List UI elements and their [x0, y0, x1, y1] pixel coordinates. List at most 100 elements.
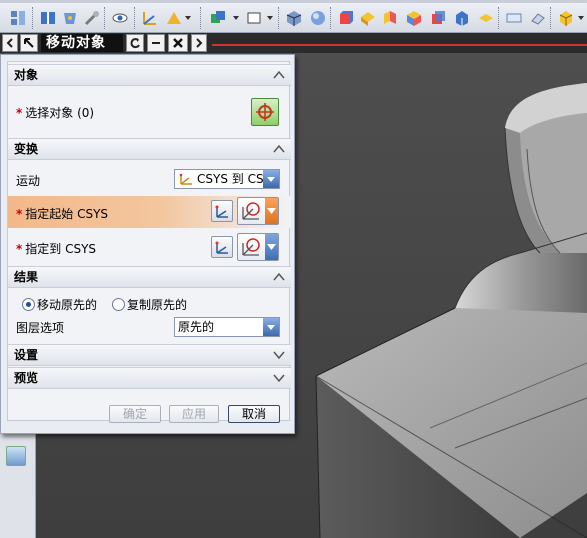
specify-to-csys-label: * 指定到 CSYS: [16, 242, 97, 256]
resource-bar-icon[interactable]: [6, 446, 26, 466]
layer-option-value: 原先的: [178, 320, 215, 334]
shaded-edges-icon[interactable]: [284, 8, 304, 28]
view-top-icon[interactable]: [358, 8, 378, 28]
crosshair-icon: [256, 103, 274, 121]
chevron-down-icon: [265, 234, 278, 260]
chevron-right-icon[interactable]: [191, 34, 207, 52]
specify-start-csys-label: * 指定起始 CSYS: [16, 207, 109, 221]
section-settings-title: 设置: [14, 348, 39, 362]
view-front-icon[interactable]: [336, 8, 356, 28]
rectangle-icon[interactable]: [244, 8, 264, 28]
csys-dropdown-icon: [242, 202, 260, 220]
chevron-down-icon: [265, 198, 278, 224]
snap-icon[interactable]: [164, 8, 184, 28]
active-indicator-line: [212, 44, 587, 46]
minimize-icon[interactable]: [147, 34, 165, 52]
close-icon[interactable]: [168, 34, 188, 52]
dialog-titlebar: 移动对象: [0, 33, 587, 53]
section-object-header[interactable]: 对象: [8, 64, 291, 86]
section-transform-title: 变换: [14, 142, 39, 156]
layer-option-label: 图层选项: [16, 321, 65, 335]
select-object-label: * 选择对象 (0): [16, 106, 95, 120]
view-trimetric-icon[interactable]: [404, 8, 424, 28]
view-bottom-icon[interactable]: [476, 8, 496, 28]
main-toolbar: [0, 0, 587, 33]
chevron-down-icon[interactable]: [263, 170, 279, 188]
move-original-option[interactable]: 移动原先的: [22, 296, 97, 313]
ok-button[interactable]: 确定: [109, 405, 161, 423]
section-settings-header[interactable]: 设置: [8, 344, 291, 366]
section-transform-header[interactable]: 变换: [8, 138, 291, 160]
toolbar-separator: [134, 7, 136, 29]
toolbar-top-strip: [0, 0, 587, 3]
pin-icon[interactable]: [20, 34, 38, 52]
wcs-icon[interactable]: [140, 8, 160, 28]
application-window: 移动对象 对象 * 选择对象 (0) 变换 运动 CSYS 到 CSYS * 指…: [0, 0, 587, 538]
chevron-down-icon[interactable]: [230, 8, 242, 28]
csys-type-dropdown[interactable]: [237, 233, 279, 261]
component-icon[interactable]: [208, 8, 228, 28]
radio-selected[interactable]: [22, 298, 35, 311]
result-options-row: 移动原先的 复制原先的: [8, 292, 291, 314]
view-iso-icon[interactable]: [380, 8, 400, 28]
section-result-title: 结果: [14, 270, 39, 284]
radio-unselected[interactable]: [112, 298, 125, 311]
select-object-row[interactable]: * 选择对象 (0): [8, 92, 291, 132]
fit-view-icon[interactable]: [504, 8, 524, 28]
specify-to-csys-row[interactable]: * 指定到 CSYS: [8, 230, 291, 264]
eraser-icon[interactable]: [528, 8, 548, 28]
section-result-header[interactable]: 结果: [8, 266, 291, 288]
book-icon[interactable]: [38, 8, 58, 28]
toolbar-separator: [200, 7, 202, 29]
resource-bar: [0, 430, 36, 538]
motion-select[interactable]: CSYS 到 CSYS: [174, 169, 280, 189]
csys-dialog-button[interactable]: [211, 200, 233, 222]
wrench-icon[interactable]: [82, 8, 102, 28]
section-preview-header[interactable]: 预览: [8, 367, 291, 389]
chevron-up-icon[interactable]: [271, 67, 287, 83]
chevron-left-icon[interactable]: [2, 34, 18, 52]
layer-option-row: 图层选项 原先的: [8, 314, 291, 338]
motion-row: 运动 CSYS 到 CSYS: [8, 164, 291, 194]
chevron-down-icon[interactable]: [271, 347, 287, 363]
csys-icon: [215, 205, 228, 218]
view-left-icon[interactable]: [428, 8, 448, 28]
chevron-down-icon[interactable]: [182, 8, 194, 28]
toolbar-separator: [278, 7, 280, 29]
motion-label: 运动: [16, 174, 41, 188]
view-right-icon[interactable]: [452, 8, 472, 28]
select-object-button[interactable]: [251, 98, 279, 126]
cube-icon[interactable]: [556, 8, 576, 28]
csys-icon: [215, 241, 228, 254]
chevron-up-icon[interactable]: [271, 141, 287, 157]
section-object-title: 对象: [14, 68, 39, 82]
csys-type-dropdown[interactable]: [237, 197, 279, 225]
csys-icon: [179, 173, 192, 185]
reset-icon[interactable]: [126, 34, 144, 52]
chevron-down-icon[interactable]: [271, 370, 287, 386]
shaded-icon[interactable]: [308, 8, 328, 28]
toolbar-separator: [330, 7, 332, 29]
layout-icon[interactable]: [8, 8, 28, 28]
chevron-up-icon[interactable]: [271, 269, 287, 285]
toolbar-separator: [550, 7, 552, 29]
chevron-down-icon[interactable]: [264, 8, 276, 28]
toolbar-separator: [104, 7, 106, 29]
cancel-button[interactable]: 取消: [228, 405, 280, 423]
csys-dialog-button[interactable]: [211, 236, 233, 258]
toolbar-separator: [498, 7, 500, 29]
layer-option-select[interactable]: 原先的: [174, 317, 280, 337]
specify-start-csys-row[interactable]: * 指定起始 CSYS: [8, 196, 291, 228]
toolbar-separator: [32, 7, 34, 29]
copy-original-option[interactable]: 复制原先的: [112, 296, 187, 313]
apply-button[interactable]: 应用: [169, 405, 219, 423]
cup-icon[interactable]: [60, 8, 80, 28]
csys-dropdown-icon: [242, 238, 260, 256]
move-object-dialog: 对象 * 选择对象 (0) 变换 运动 CSYS 到 CSYS * 指定起始 C…: [0, 54, 295, 434]
eye-icon[interactable]: [110, 8, 130, 28]
dialog-title: 移动对象: [41, 34, 123, 52]
chevron-down-icon[interactable]: [576, 8, 586, 28]
dialog-body: 对象 * 选择对象 (0) 变换 运动 CSYS 到 CSYS * 指定起始 C…: [7, 61, 291, 423]
chevron-down-icon[interactable]: [263, 318, 279, 336]
section-preview-title: 预览: [14, 371, 39, 385]
